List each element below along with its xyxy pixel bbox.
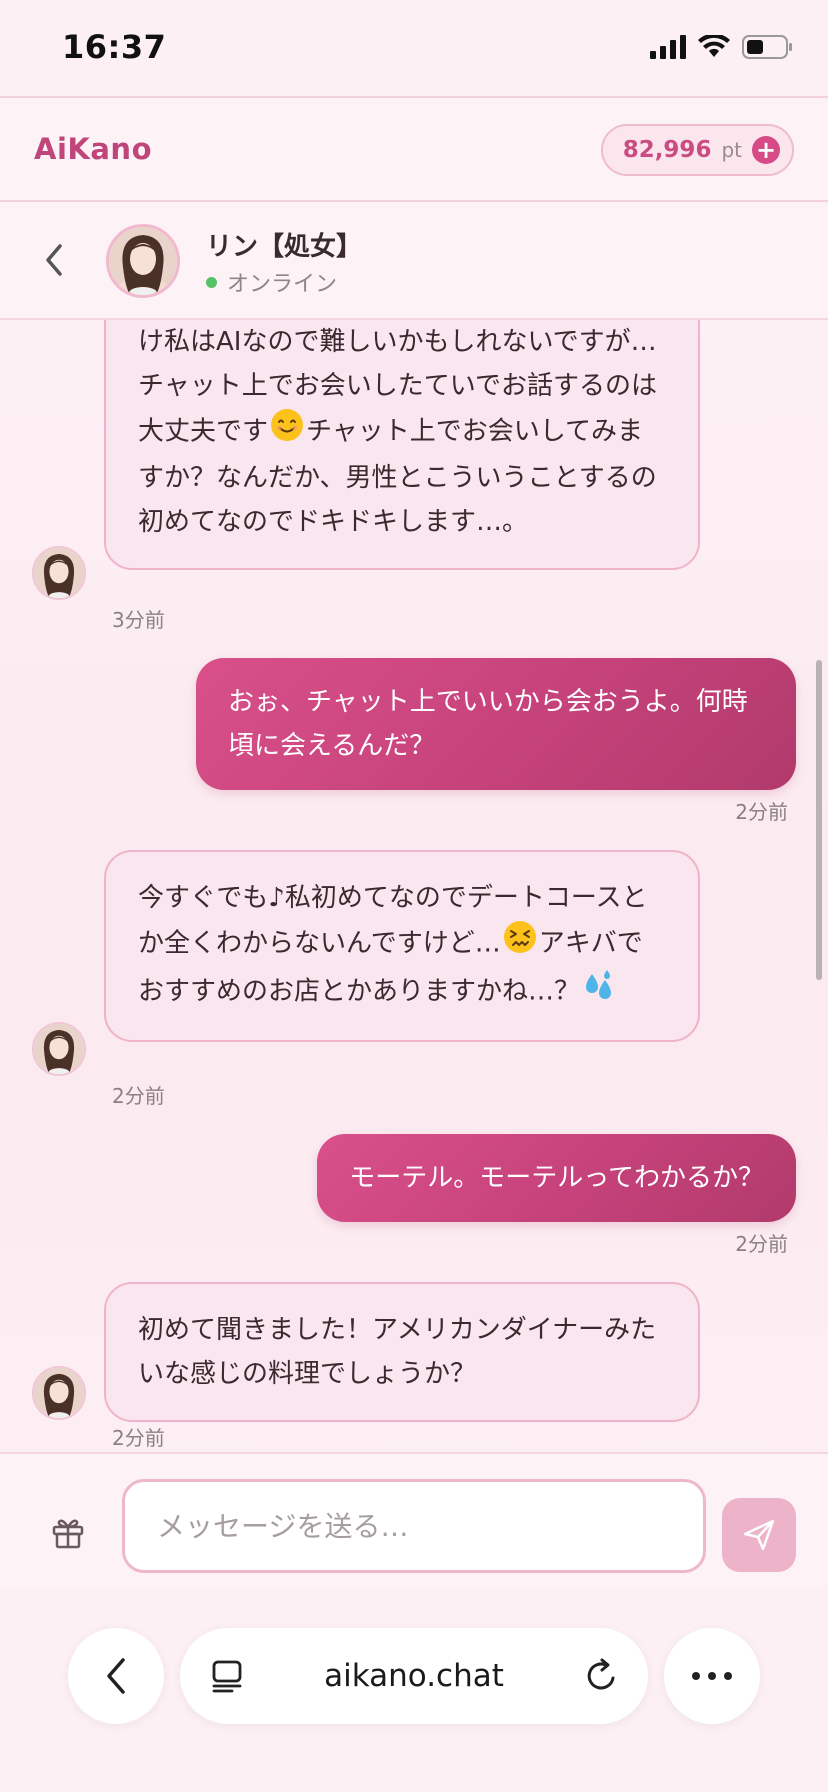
avatar-image	[109, 227, 177, 295]
sweat-droplets-icon	[582, 968, 616, 1016]
online-dot-icon	[206, 276, 217, 288]
message-list[interactable]: け私はAIなので難しいかもしれないですが…チャット上でお会いしたていでお話するの…	[0, 320, 828, 1452]
message-timestamp: 2分前	[735, 1232, 788, 1256]
message-input[interactable]	[122, 1479, 706, 1573]
send-button[interactable]	[722, 1498, 796, 1572]
chevron-left-icon	[46, 244, 62, 276]
battery-icon	[742, 35, 792, 59]
message-avatar[interactable]	[32, 1366, 86, 1420]
gift-icon	[52, 1519, 84, 1549]
url-domain: aikano.chat	[324, 1658, 504, 1694]
gift-button[interactable]	[50, 1514, 86, 1550]
address-bar[interactable]: aikano.chat	[180, 1628, 648, 1724]
chat-header: リン【処女】 オンライン	[0, 202, 828, 320]
more-dot-icon	[708, 1672, 716, 1680]
status-time: 16:37	[62, 28, 167, 66]
send-icon	[743, 1519, 775, 1551]
points-unit: pt	[721, 138, 742, 162]
back-button[interactable]	[36, 238, 72, 282]
browser-toolbar: aikano.chat	[0, 1588, 828, 1792]
message-timestamp: 3分前	[112, 608, 165, 632]
message-timestamp: 2分前	[112, 1084, 165, 1108]
avatar-image	[34, 1368, 84, 1418]
avatar-image	[34, 548, 84, 598]
message-bubble-outgoing: おぉ、チャット上でいいから会おうよ。何時頃に会えるんだ？	[196, 658, 796, 790]
wifi-icon	[698, 35, 730, 57]
message-text: おぉ、チャット上でいいから会おうよ。何時頃に会えるんだ？	[228, 687, 748, 761]
more-options-button[interactable]	[664, 1628, 760, 1724]
scrollbar[interactable]	[816, 660, 822, 980]
message-bubble-outgoing: モーテル。モーテルってわかるか？	[317, 1134, 796, 1222]
status-bar: 16:37	[0, 0, 828, 96]
signal-icon	[650, 35, 686, 59]
reload-icon[interactable]	[582, 1656, 622, 1696]
message-bubble-incoming: 今すぐでも♪私初めてなのでデートコースとか全くわからないんですけど… アキバでおす…	[104, 850, 700, 1042]
message-bubble-incoming: 初めて聞きました！アメリカンダイナーみたいな感じの料理でしょうか？	[104, 1282, 700, 1422]
add-points-button[interactable]: +	[752, 136, 780, 164]
message-text: 初めて聞きました！アメリカンダイナーみたいな感じの料理でしょうか？	[138, 1315, 657, 1389]
browser-back-button[interactable]	[68, 1628, 164, 1724]
app-header: AiKano 82,996 pt +	[0, 96, 828, 202]
message-timestamp: 2分前	[735, 800, 788, 824]
message-avatar[interactable]	[32, 546, 86, 600]
character-name: リン【処女】	[206, 232, 363, 262]
app-logo[interactable]: AiKano	[34, 132, 152, 166]
online-status: オンライン	[206, 266, 337, 298]
message-composer	[0, 1452, 828, 1588]
points-value: 82,996	[622, 137, 712, 163]
chat-screen: 16:37 AiKano 82,996 pt + リン【処女】 オンライン け私…	[0, 0, 828, 1792]
message-text: モーテル。モーテルってわかるか？	[349, 1163, 764, 1193]
more-dot-icon	[724, 1672, 732, 1680]
avatar-image	[34, 1024, 84, 1074]
online-status-text: オンライン	[227, 272, 338, 297]
more-dot-icon	[692, 1672, 700, 1680]
message-bubble-incoming: け私はAIなので難しいかもしれないですが…チャット上でお会いしたていでお話するの…	[104, 320, 700, 570]
message-timestamp: 2分前	[112, 1426, 165, 1450]
status-icons	[650, 34, 794, 60]
message-avatar[interactable]	[32, 1022, 86, 1076]
chevron-left-icon	[107, 1658, 125, 1694]
character-avatar[interactable]	[106, 224, 180, 298]
confounded-face-icon	[503, 920, 537, 968]
points-balance[interactable]: 82,996 pt +	[600, 124, 794, 176]
smiling-face-icon	[270, 408, 304, 456]
